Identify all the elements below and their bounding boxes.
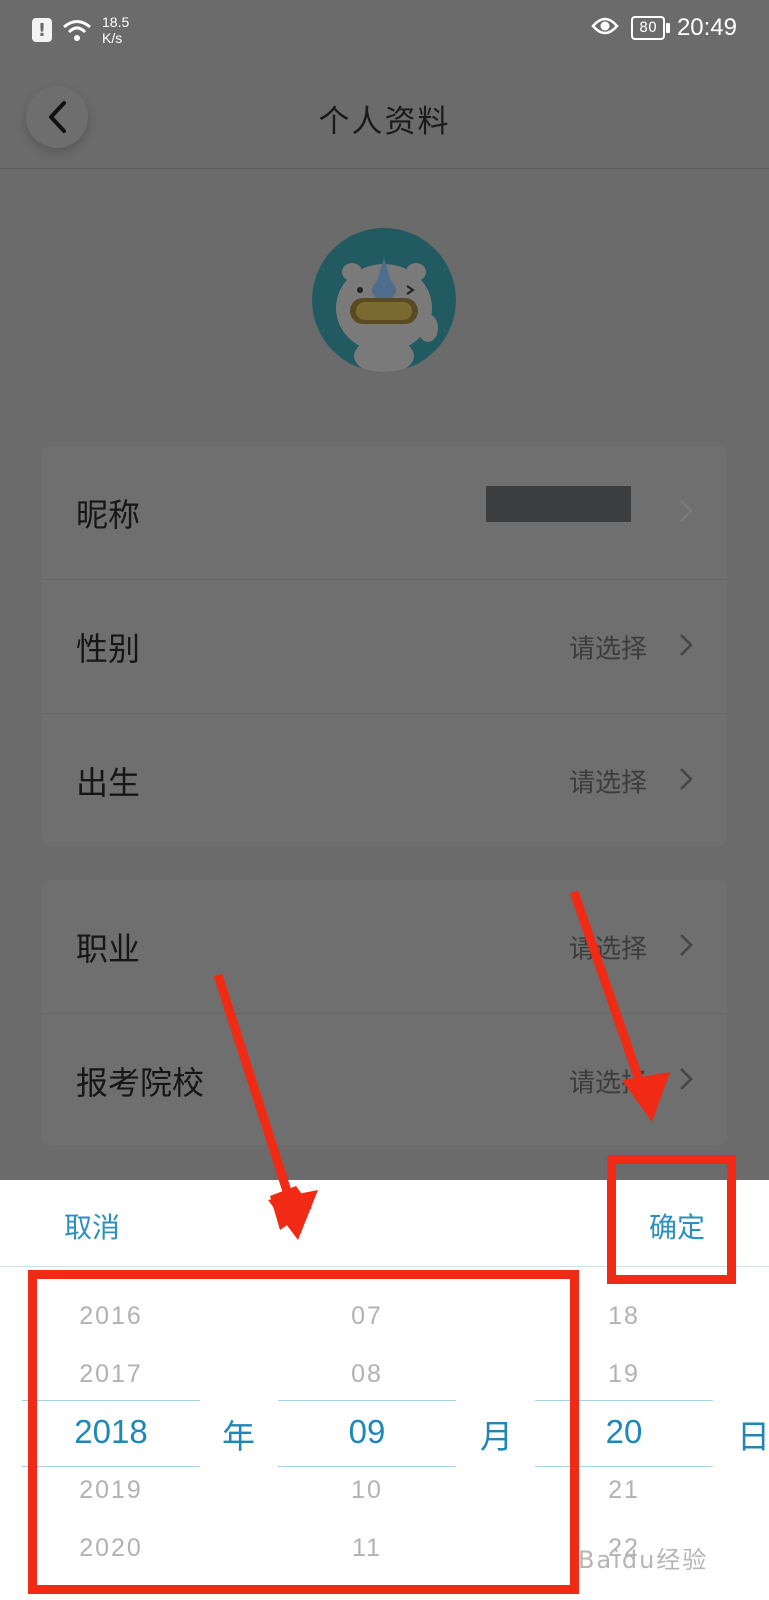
annotation-arrow (569, 890, 649, 1096)
watermark: Baidu经验 (578, 1546, 709, 1574)
annotation-arrows (213, 890, 670, 1240)
annotation-arrow (213, 973, 298, 1212)
